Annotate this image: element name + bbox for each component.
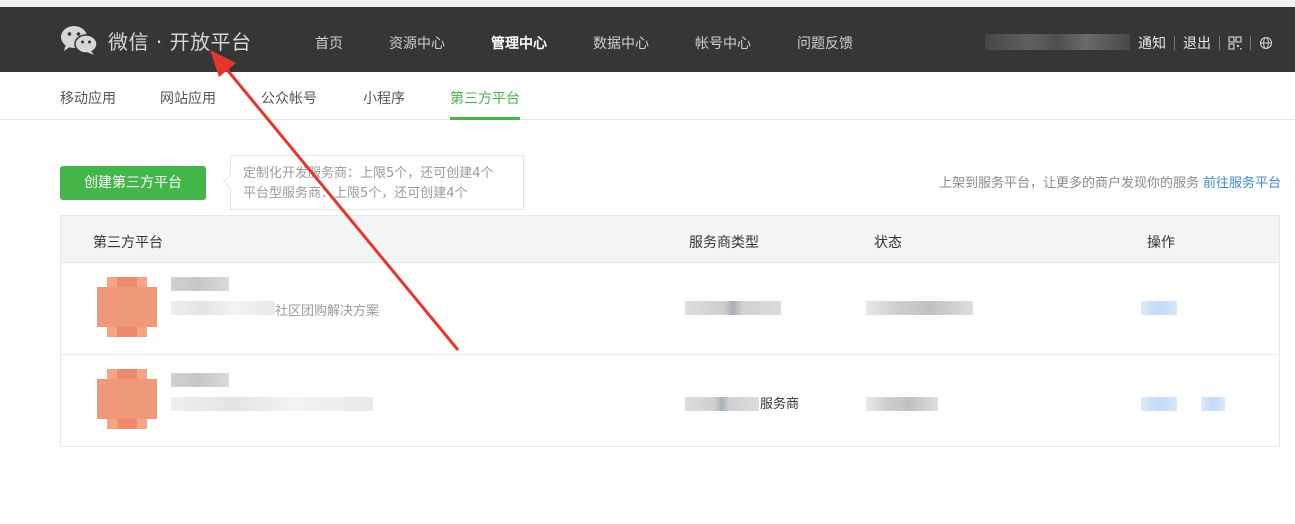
table-header: 第三方平台 服务商类型 状态 操作 <box>61 216 1279 263</box>
promo-text: 上架到服务平台，让更多的商户发现你的服务 <box>938 176 1199 191</box>
platform-description: 社区团购解决方案 <box>275 304 380 319</box>
quota-tooltip: 定制化开发服务商：上限5个，还可创建4个 平台型服务商：上限5个，还可创建4个 <box>230 155 524 210</box>
tab-mobile-apps[interactable]: 移动应用 <box>60 88 116 108</box>
provider-type-text: 服务商 <box>760 397 800 412</box>
top-strip <box>0 0 1295 7</box>
action-link-blurred[interactable] <box>1141 301 1177 315</box>
platform-name-blurred <box>171 373 229 387</box>
sub-navigation: 移动应用 网站应用 公众帐号 小程序 第三方平台 <box>0 72 1295 120</box>
divider <box>1250 36 1251 50</box>
tip-line-custom: 定制化开发服务商：上限5个，还可创建4个 <box>243 166 494 181</box>
tab-official-accounts[interactable]: 公众帐号 <box>261 88 317 108</box>
col-actions: 操作 <box>1147 235 1175 251</box>
service-platform-link[interactable]: 前往服务平台 <box>1203 176 1281 191</box>
create-third-party-button[interactable]: 创建第三方平台 <box>60 166 206 200</box>
tab-third-party-platforms[interactable]: 第三方平台 <box>450 88 520 108</box>
nav-resources[interactable]: 资源中心 <box>389 33 445 53</box>
status-blurred <box>866 301 973 315</box>
top-right-actions: 通知 退出 <box>1138 33 1273 53</box>
action-link-blurred[interactable] <box>1201 397 1225 411</box>
wechat-icon <box>61 26 98 55</box>
globe-icon[interactable] <box>1259 36 1273 50</box>
tip-line-platform: 平台型服务商：上限5个，还可创建4个 <box>243 186 468 201</box>
tab-web-apps[interactable]: 网站应用 <box>160 88 216 108</box>
divider <box>1219 36 1220 50</box>
third-party-table: 第三方平台 服务商类型 状态 操作 社区团购解决方案 服务商 <box>60 215 1280 447</box>
status-blurred <box>866 397 938 411</box>
col-provider-type: 服务商类型 <box>689 235 759 251</box>
platform-name-blurred <box>171 277 229 291</box>
platform-desc-blurred <box>171 301 275 315</box>
nav-account[interactable]: 帐号中心 <box>695 33 751 53</box>
action-link-blurred[interactable] <box>1141 397 1177 411</box>
top-navigation-bar: 微信 · 开放平台 首页 资源中心 管理中心 数据中心 帐号中心 问题反馈 通知… <box>0 0 1295 72</box>
nav-data[interactable]: 数据中心 <box>593 33 649 53</box>
user-name-blurred[interactable] <box>985 34 1130 50</box>
logout-link[interactable]: 退出 <box>1183 33 1211 53</box>
table-row[interactable]: 服务商 <box>61 355 1279 447</box>
qr-code-icon[interactable] <box>1228 36 1242 50</box>
nav-management[interactable]: 管理中心 <box>491 33 547 53</box>
logo[interactable]: 微信 · 开放平台 <box>60 24 252 56</box>
col-status: 状态 <box>874 235 902 251</box>
provider-type-blurred <box>685 397 759 411</box>
nav-feedback[interactable]: 问题反馈 <box>797 33 853 53</box>
platform-avatar-blurred <box>97 369 157 429</box>
provider-type-blurred <box>685 301 781 315</box>
divider <box>1174 36 1175 50</box>
table-row[interactable]: 社区团购解决方案 <box>61 263 1279 355</box>
col-platform: 第三方平台 <box>93 235 163 251</box>
service-platform-promo: 上架到服务平台，让更多的商户发现你的服务 前往服务平台 <box>939 172 1281 191</box>
notify-link[interactable]: 通知 <box>1138 33 1166 53</box>
logo-text: 微信 · 开放平台 <box>108 29 252 54</box>
platform-avatar-blurred <box>97 277 157 337</box>
nav-home[interactable]: 首页 <box>315 33 343 53</box>
tab-mini-programs[interactable]: 小程序 <box>363 88 405 108</box>
active-tab-underline <box>450 117 520 120</box>
main-nav: 首页 资源中心 管理中心 数据中心 帐号中心 问题反馈 <box>315 33 899 53</box>
platform-desc-blurred <box>171 397 373 411</box>
